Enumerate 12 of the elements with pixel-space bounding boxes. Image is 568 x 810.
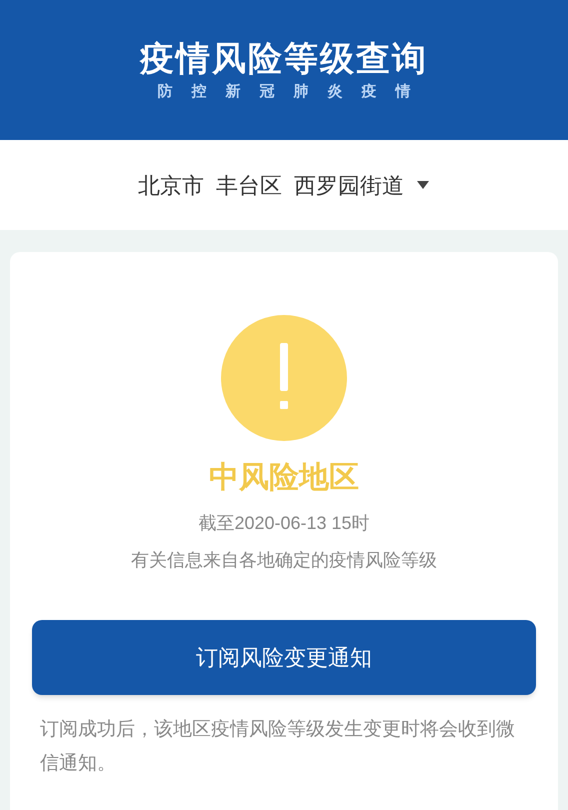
- subscribe-button[interactable]: 订阅风险变更通知: [32, 620, 536, 695]
- location-part: 丰台区: [216, 172, 282, 200]
- location-part: 西罗园街道: [294, 172, 404, 200]
- page-subtitle: 防控新冠肺炎疫情: [156, 84, 430, 98]
- subscribe-note: 订阅成功后，该地区疫情风险等级发生变更时将会收到微信通知。: [39, 718, 516, 776]
- update-time: 截至2020-06-13 15时: [198, 512, 370, 535]
- source-note: 有关信息来自各地确定的疫情风险等级: [131, 549, 437, 572]
- caret-icon: [416, 180, 430, 190]
- page-title: 疫情风险等级查询: [140, 42, 428, 76]
- risk-level: 中风险地区: [209, 460, 359, 496]
- location-selector[interactable]: 北京市 丰台区 西罗园街道: [138, 168, 430, 202]
- location-part: 北京市: [138, 172, 204, 200]
